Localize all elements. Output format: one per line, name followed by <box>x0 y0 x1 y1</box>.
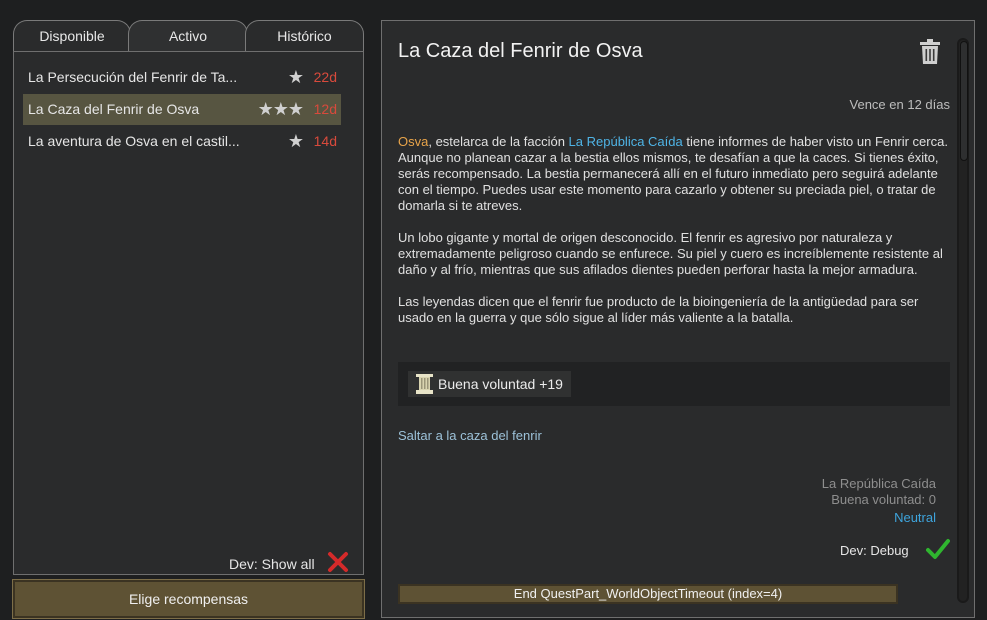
quest-detail-title: La Caza del Fenrir de Osva <box>398 40 643 62</box>
star-icon: ★★★ <box>257 99 304 119</box>
description-text: , estelarca de la facción <box>428 134 569 149</box>
tab-historico[interactable]: Histórico <box>245 20 364 52</box>
faction-name-link[interactable]: La República Caída <box>569 134 683 149</box>
expiry-label: Vence en 12 días <box>849 97 950 112</box>
pawn-name-link[interactable]: Osva <box>398 134 428 149</box>
reward-label: Buena voluntad +19 <box>438 376 563 392</box>
quest-detail-panel: La Caza del Fenrir de Osva Vence en 12 d… <box>381 20 975 618</box>
trash-icon[interactable] <box>919 39 941 65</box>
quest-row-aventura[interactable]: La aventura de Osva en el castil... ★ 14… <box>23 126 341 157</box>
description-paragraph: Osva, estelarca de la facción La Repúbli… <box>398 134 954 214</box>
dev-debug-label: Dev: Debug <box>840 543 909 558</box>
scrollbar[interactable] <box>957 38 969 603</box>
x-icon[interactable] <box>326 550 350 574</box>
quest-days: 12d <box>313 101 337 117</box>
star-icon: ★ <box>287 67 304 87</box>
quest-row-caza[interactable]: La Caza del Fenrir de Osva ★★★ 12d <box>23 94 341 125</box>
reward-item[interactable]: Buena voluntad +19 <box>408 371 571 397</box>
quest-title: La Persecución del Fenrir de Ta... <box>28 69 238 85</box>
quest-list-panel: La Persecución del Fenrir de Ta... ★ 22d… <box>13 51 364 575</box>
scrollbar-thumb[interactable] <box>960 41 968 161</box>
faction-goodwill: Buena voluntad: 0 <box>831 492 936 507</box>
quest-title: La Caza del Fenrir de Osva <box>28 101 200 117</box>
faction-relation-status: Neutral <box>894 510 936 525</box>
choose-rewards-button[interactable]: Elige recompensas <box>12 579 365 619</box>
quest-days: 22d <box>313 69 337 85</box>
jump-to-target-link[interactable]: Saltar a la caza del fenrir <box>398 428 542 443</box>
end-questpart-button[interactable]: End QuestPart_WorldObjectTimeout (index=… <box>398 584 898 604</box>
description-paragraph: Un lobo gigante y mortal de origen desco… <box>398 230 943 277</box>
tab-activo[interactable]: Activo <box>128 20 248 52</box>
dev-show-all-label: Dev: Show all <box>229 556 315 572</box>
quest-title: La aventura de Osva en el castil... <box>28 133 240 149</box>
quest-days: 14d <box>313 133 337 149</box>
tab-disponible[interactable]: Disponible <box>13 20 131 52</box>
faction-name: La República Caída <box>821 476 936 491</box>
quest-row-persecucion[interactable]: La Persecución del Fenrir de Ta... ★ 22d <box>23 62 341 93</box>
quest-description: Osva, estelarca de la facción La Repúbli… <box>398 134 954 342</box>
description-paragraph: Las leyendas dicen que el fenrir fue pro… <box>398 294 919 325</box>
pillar-icon <box>416 374 433 394</box>
star-icon: ★ <box>287 131 304 151</box>
reward-box: Buena voluntad +19 <box>398 362 950 406</box>
check-icon[interactable] <box>926 538 950 560</box>
